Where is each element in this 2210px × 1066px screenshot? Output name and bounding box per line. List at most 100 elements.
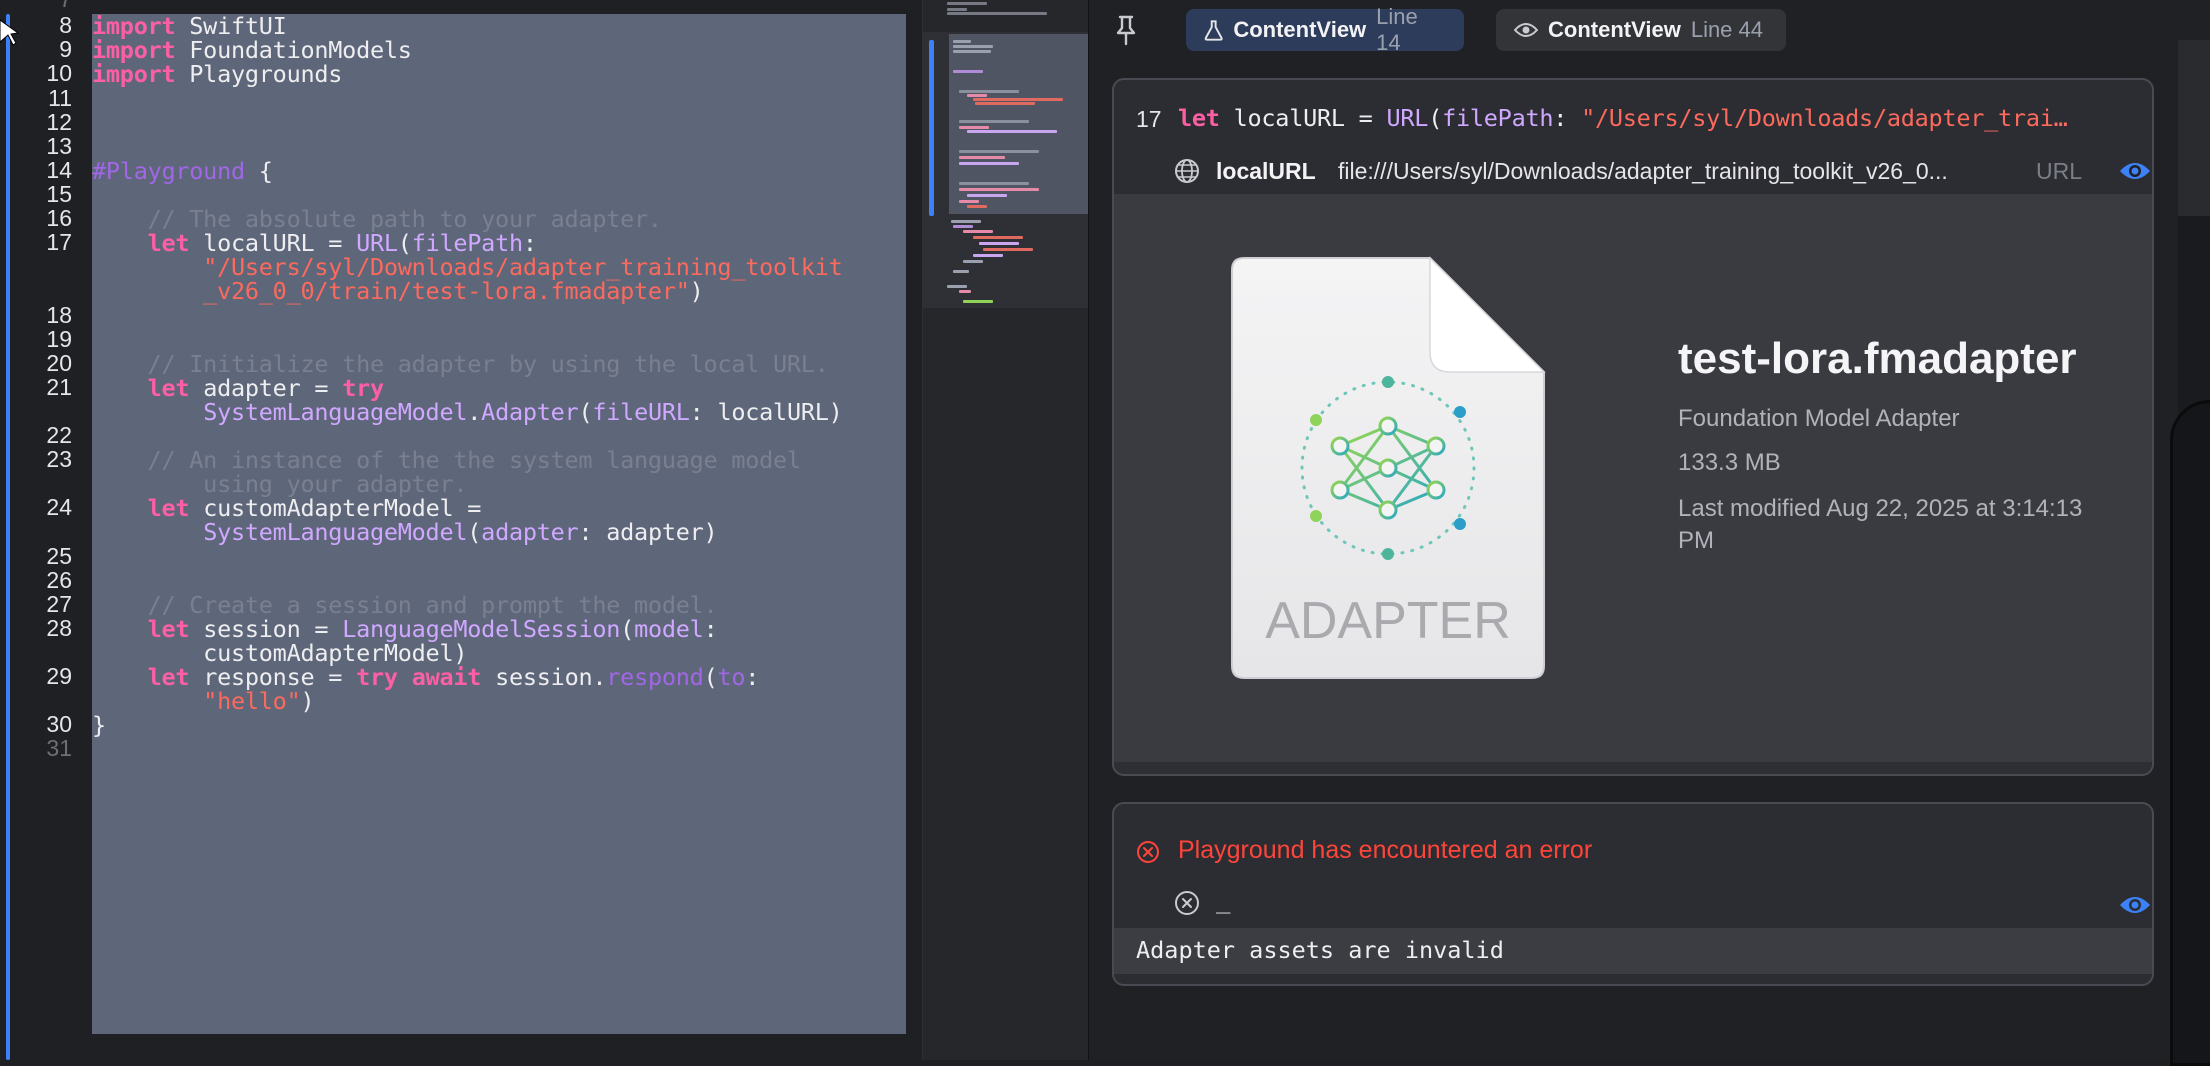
code-line-30: } [92,711,106,739]
result-type: URL [2036,158,2083,184]
eye-icon[interactable] [2118,158,2152,184]
minimap-line [973,236,1023,239]
change-indicator-bar [6,14,10,1060]
code-editor[interactable]: 7891011121314151617181920212223242526272… [0,0,922,1060]
minimap-line [963,260,983,263]
minimap-line [963,230,993,233]
minimap-line [959,188,1039,191]
file-icon-label: ADAPTER [1265,592,1511,650]
minimap-line [953,70,983,73]
minimap-line [959,150,1039,153]
code-line-24-wrap: SystemLanguageModel(adapter: adapter) [203,518,718,546]
code-line-21-wrap: SystemLanguageModel.Adapter(fileURL: loc… [203,398,843,426]
minimap-line [967,130,1057,133]
tab-contentview-line-14[interactable]: ContentView Line 14 [1186,4,1464,55]
minimap-line [959,162,1019,165]
minimap-line [959,290,971,293]
minimap-line [967,194,1007,197]
result-value: file:///Users/syl/Downloads/adapter_trai… [1338,158,1948,184]
eye-icon [1514,23,1538,37]
minimap-line [973,98,1063,101]
pin-icon[interactable] [1112,14,1140,46]
line-number: 15 [46,181,72,207]
flask-icon [1204,20,1223,41]
tab-title: ContentView [1233,17,1367,42]
tab-contentview-line-44[interactable]: ContentView Line 44 [1496,9,1786,51]
minimap-line [953,40,971,43]
minimap[interactable] [922,0,1099,1060]
line-number: 18 [46,302,72,328]
code-line-10: import Playgrounds [92,60,343,88]
line-number: 23 [46,446,72,472]
background-window [2170,400,2210,1066]
line-number: 25 [46,543,72,569]
line-number: 11 [48,85,72,111]
tab-line: Line 14 [1376,4,1418,55]
error-value-cursor: _ [1216,886,1231,914]
file-modified-date: Last modified Aug 22, 2025 at 3:14:13 PM [1678,495,2083,554]
line-number: 28 [46,615,72,641]
line-number: 20 [46,350,72,376]
line-number: 12 [46,109,72,135]
minimap-line [979,242,1019,245]
tab-title: ContentView [1548,17,1681,42]
minimap-line [947,8,967,11]
line-number: 22 [46,422,72,448]
line-number-gutter: 7891011121314151617181920212223242526272… [12,0,72,1060]
minimap-selection [949,34,1099,214]
error-card[interactable]: Playground has encountered an error _ Ad… [1112,802,2154,986]
line-number: 31 [46,735,72,761]
fmadapter-file-icon[interactable]: ADAPTER [1230,256,1546,680]
error-icon [1137,841,1159,863]
error-message: Adapter assets are invalid [1136,936,1504,964]
result-line-number: 17 [1136,106,1162,132]
eye-icon[interactable] [2118,892,2152,918]
minimap-line [959,120,1029,123]
line-number: 14 [46,157,72,183]
line-number: 13 [46,133,72,159]
minimap-line [959,156,1005,159]
minimap-line [953,45,993,48]
line-number: 30 [46,711,72,737]
minimap-line [953,270,969,273]
result-code-snippet: let localURL = URL(filePath: "/Users/syl… [1178,104,2068,132]
line-number: 9 [59,36,72,62]
minimap-line [951,220,981,223]
line-number: 10 [46,60,72,86]
file-size: 133.3 MB [1678,449,1781,476]
minimap-line [947,2,987,5]
globe-icon [1175,159,1199,183]
minimap-line [947,12,1047,15]
minimap-line [947,285,967,288]
minimap-line [959,126,989,129]
minimap-line [953,50,991,53]
minimap-line [967,205,987,208]
line-number: 27 [46,591,72,617]
error-title: Playground has encountered an error [1178,836,1593,864]
line-number: 26 [46,567,72,593]
minimap-line [963,300,993,303]
code-line-14: #Playground { [92,157,273,185]
result-card-footer [1114,762,2152,774]
code-line-29-wrap: "hello") [92,687,315,715]
close-circle-icon [1175,891,1199,915]
source-code[interactable]: import SwiftUI import FoundationModels i… [92,0,906,1060]
minimap-line [953,225,973,228]
minimap-line [967,94,987,97]
minimap-line [983,248,1033,251]
minimap-line [959,182,1029,185]
tab-line: Line 44 [1690,17,1764,42]
line-number: 29 [46,663,72,689]
line-number: 16 [46,205,72,231]
line-number: 17 [46,229,72,255]
minimap-line [959,200,979,203]
file-kind: Foundation Model Adapter [1678,405,1960,432]
minimap-line [975,102,1035,105]
result-variable-name: localURL [1216,158,1316,184]
minimap-line [973,254,1003,257]
code-line-17-wrap-2: _v26_0_0/train/test-lora.fmadapter") [92,277,704,305]
minimap-line [959,90,1019,93]
minimap-change-marker [929,40,934,216]
line-number: 24 [46,494,72,520]
file-title: test-lora.fmadapter [1678,334,2077,383]
